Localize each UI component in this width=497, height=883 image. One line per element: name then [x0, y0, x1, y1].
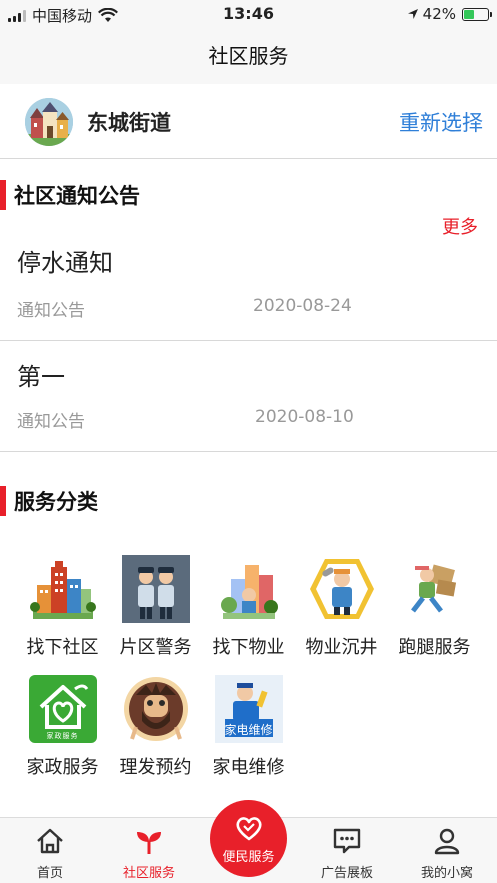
service-item-manhole[interactable]: 物业沉井: [295, 555, 388, 659]
section-accent-bar: [0, 486, 6, 516]
appliance-badge-text: 家电维修: [224, 723, 273, 737]
service-label: 找下物业: [212, 637, 285, 658]
service-item-barber[interactable]: 理发预约: [109, 675, 202, 779]
heart-icon: [235, 817, 262, 841]
location-arrow-icon: [407, 9, 418, 19]
user-icon: [434, 828, 460, 855]
police-officers-icon: [121, 555, 190, 623]
service-item-appliance[interactable]: 家电维修 家电维修: [202, 675, 295, 779]
tab-my-nest[interactable]: 我的小窝: [402, 826, 492, 881]
service-label: 家电维修: [212, 757, 285, 778]
service-item-community[interactable]: 找下社区: [16, 555, 109, 659]
community-buildings-icon: [29, 555, 97, 623]
tab-ad-board[interactable]: 广告展板: [302, 826, 392, 881]
service-label: 理发预约: [119, 757, 192, 778]
service-item-police[interactable]: 片区警务: [109, 555, 202, 659]
notices-section-title-text: 社区通知公告: [14, 184, 140, 208]
battery-percent: 42%: [422, 5, 456, 23]
message-board-icon: [333, 828, 361, 854]
service-label: 片区警务: [119, 637, 192, 658]
repair-worker-icon: [308, 555, 376, 623]
services-section-title: 服务分类: [0, 486, 98, 516]
notice-category: 通知公告: [17, 301, 85, 321]
service-label: 物业沉井: [305, 637, 378, 658]
service-item-housekeeping[interactable]: 家政服务 家政服务: [16, 675, 109, 779]
housekeeping-badge-text: 家政服务: [46, 732, 79, 740]
tab-label: 广告展板: [320, 866, 373, 881]
housekeeping-home-icon: 家政服务: [28, 675, 97, 743]
status-right: 42%: [407, 5, 492, 23]
tab-home[interactable]: 首页: [5, 826, 95, 881]
battery-icon: [462, 7, 492, 21]
notice-title: 第一: [17, 363, 65, 391]
property-city-icon: [215, 555, 283, 623]
courier-runner-icon: [401, 555, 469, 623]
avatar: [25, 98, 73, 146]
notices-section-title: 社区通知公告: [0, 180, 140, 210]
notice-category: 通知公告: [17, 412, 85, 432]
barber-icon: [122, 675, 190, 743]
tab-convenience-service[interactable]: 便民服务: [210, 800, 287, 877]
status-bar: 中国移动 13:46 42%: [0, 0, 497, 30]
location-name: 东城街道: [87, 111, 171, 135]
tab-label: 便民服务: [222, 850, 275, 865]
section-accent-bar: [0, 180, 6, 210]
service-label: 跑腿服务: [398, 637, 471, 658]
sprout-icon: [137, 832, 161, 854]
appliance-repair-icon: 家电维修: [214, 675, 283, 743]
service-item-errand[interactable]: 跑腿服务: [388, 555, 481, 659]
notice-title: 停水通知: [17, 249, 113, 277]
location-row: 东城街道 重新选择: [0, 84, 497, 159]
notice-item[interactable]: 第一 通知公告 2020-08-10: [0, 341, 497, 452]
notice-item[interactable]: 停水通知 通知公告 2020-08-24: [0, 235, 497, 341]
service-item-property[interactable]: 找下物业: [202, 555, 295, 659]
page-title: 社区服务: [0, 30, 497, 84]
home-icon: [37, 828, 63, 854]
tab-community-service[interactable]: 社区服务: [104, 826, 194, 881]
service-label: 家政服务: [26, 757, 99, 778]
tab-label: 首页: [36, 866, 63, 881]
tab-label: 社区服务: [122, 866, 175, 881]
tab-label: 我的小窝: [420, 866, 473, 881]
service-label: 找下社区: [26, 637, 99, 658]
services-section-title-text: 服务分类: [14, 490, 98, 514]
notice-date: 2020-08-10: [255, 407, 354, 427]
street-building-icon: [25, 98, 73, 146]
reselect-button[interactable]: 重新选择: [399, 107, 483, 137]
notice-date: 2020-08-24: [253, 296, 352, 316]
